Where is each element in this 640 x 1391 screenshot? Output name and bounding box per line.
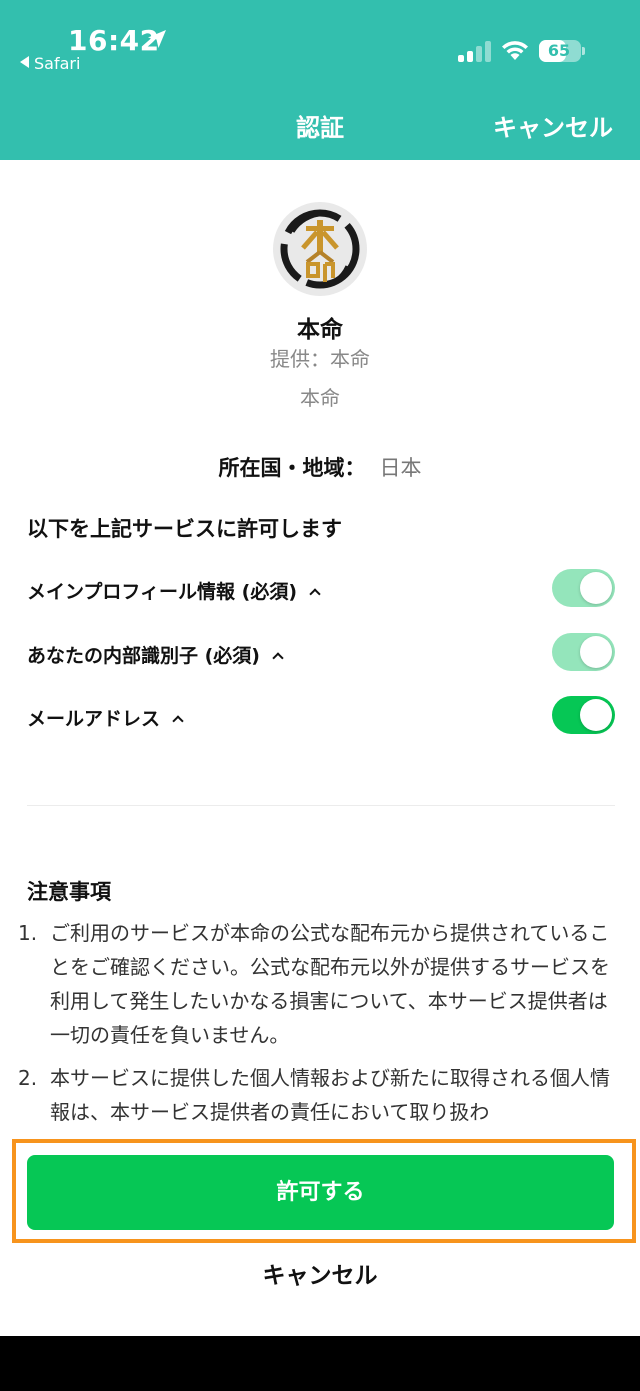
battery-cap [582, 47, 585, 55]
nav-cancel-button[interactable]: キャンセル [493, 108, 613, 143]
app-subtitle: 本命 [300, 386, 340, 410]
header-bar: 16:42 Safari 65 認証 キャンセル [0, 0, 640, 160]
note-text: ご利用のサービスが本命の公式な配布元から提供されていることをご確認ください。公式… [50, 921, 610, 1047]
chevron-up-icon [272, 652, 284, 664]
battery-icon: 65 [539, 40, 581, 62]
battery-percent: 65 [547, 41, 571, 60]
region-row: 所在国・地域： 日本 [0, 452, 640, 482]
status-bar: 16:42 Safari 65 [0, 0, 640, 80]
permission-expand-identifier[interactable]: あなたの内部識別子 (必須) [27, 641, 284, 668]
wifi-icon [502, 41, 528, 60]
note-text: 本サービスに提供した個人情報および新たに取得される個人情報は、本サービス提供者の… [50, 1066, 610, 1124]
back-triangle-icon [20, 56, 29, 68]
cellular-signal-icon [458, 40, 492, 62]
permission-row-profile: メインプロフィール情報 (必須) [27, 569, 615, 609]
app-provider: 提供：本命 [270, 347, 370, 371]
permission-toggle-email[interactable] [552, 696, 615, 734]
app-logo [273, 202, 367, 296]
bottom-bar [0, 1336, 640, 1391]
permission-toggle-identifier[interactable] [552, 633, 615, 671]
notes-title: 注意事項 [27, 880, 111, 904]
location-arrow-icon [148, 30, 166, 48]
permissions-heading: 以下を上記サービスに許可します [27, 517, 342, 541]
permission-expand-profile[interactable]: メインプロフィール情報 (必須) [27, 577, 321, 604]
section-divider [27, 805, 615, 806]
back-app-label: Safari [34, 54, 81, 73]
allow-button[interactable]: 許可する [27, 1155, 614, 1230]
region-label: 所在国・地域： [218, 456, 366, 480]
permission-label: メールアドレス [27, 708, 161, 730]
region-value: 日本 [379, 456, 422, 480]
permission-expand-email[interactable]: メールアドレス [27, 704, 184, 731]
cancel-button[interactable]: キャンセル [0, 1256, 640, 1290]
app-name: 本命 [297, 317, 343, 343]
chevron-up-icon [172, 715, 184, 727]
notes-list[interactable]: 1. ご利用のサービスが本命の公式な配布元から提供されていることをご確認ください… [0, 916, 640, 1126]
permission-row-identifier: あなたの内部識別子 (必須) [27, 633, 615, 673]
back-to-safari[interactable]: Safari [20, 54, 80, 73]
permission-label: あなたの内部識別子 (必須) [27, 645, 260, 667]
permission-row-email: メールアドレス [27, 696, 615, 736]
permission-label: メインプロフィール情報 (必須) [27, 581, 298, 603]
note-number: 2. [18, 1066, 38, 1090]
permission-toggle-profile[interactable] [552, 569, 615, 607]
chevron-up-icon [309, 588, 321, 600]
note-number: 1. [18, 921, 38, 945]
